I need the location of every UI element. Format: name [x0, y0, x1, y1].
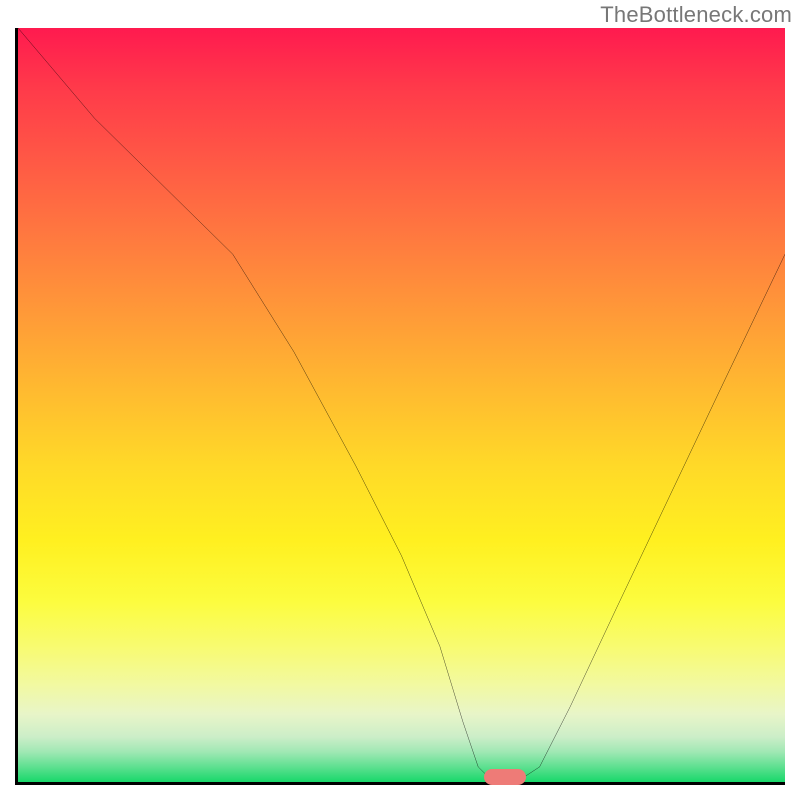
bottleneck-curve-path [18, 28, 785, 782]
watermark-text: TheBottleneck.com [600, 2, 792, 28]
curve-svg [18, 28, 785, 782]
plot-area [15, 28, 785, 785]
optimal-marker [484, 769, 526, 785]
chart-container: TheBottleneck.com [0, 0, 800, 800]
